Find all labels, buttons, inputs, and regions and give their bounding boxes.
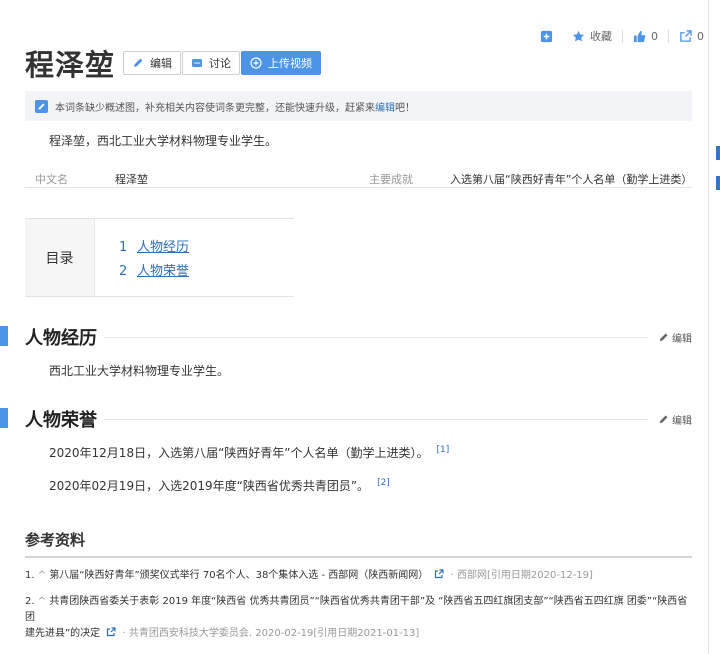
star-icon bbox=[572, 30, 585, 41]
reference-link[interactable]: 共青团陕西省委关于表彰 2019 年度“陕西省 优秀共青团员”“陕西省优秀共青团… bbox=[25, 596, 687, 623]
section-marker bbox=[0, 326, 8, 346]
plus-square-icon bbox=[540, 30, 553, 42]
section-edit-button[interactable]: 编辑 bbox=[658, 330, 692, 345]
pencil-icon bbox=[134, 58, 143, 67]
plus-circle-icon bbox=[250, 57, 262, 69]
section-text: 西北工业大学材料物理专业学生。 bbox=[49, 364, 230, 378]
reference-number: 1. bbox=[25, 570, 35, 581]
citation-link[interactable]: [2] bbox=[377, 478, 390, 488]
notice-bar: 本词条缺少概述图，补充相关内容使词条更完整，还能快速升级，赶紧来 编辑 吧！ bbox=[25, 91, 692, 121]
references-title: 参考资料 bbox=[25, 531, 86, 549]
section-divider bbox=[104, 337, 648, 338]
toc-item[interactable]: 2 人物荣誉 bbox=[119, 260, 189, 279]
section-edit-label: 编辑 bbox=[672, 416, 692, 427]
section-marker bbox=[0, 408, 8, 428]
toc-item-number: 1 bbox=[119, 240, 128, 255]
external-link-icon[interactable] bbox=[434, 569, 445, 579]
side-indicator bbox=[716, 146, 720, 160]
summary-text: 程泽堃，西北工业大学材料物理专业学生。 bbox=[49, 134, 278, 148]
right-edge-divider bbox=[708, 0, 709, 654]
reference-item: 2. ^ 共青团陕西省委关于表彰 2019 年度“陕西省 优秀共青团员”“陕西省… bbox=[25, 594, 695, 642]
citation-link[interactable]: [1] bbox=[437, 445, 450, 455]
honor-text: 2020年02月19日，入选2019年度“陕西省优秀共青团员”。 bbox=[49, 479, 370, 493]
section-edit-button[interactable]: 编辑 bbox=[658, 412, 692, 427]
caret-up-icon: ^ bbox=[37, 570, 47, 581]
info-key: 中文名 bbox=[35, 173, 68, 186]
honor-item: 2020年12月18日，入选第八届“陕西好青年”个人名单（勤学上进类）。 [1] bbox=[49, 444, 449, 461]
reference-meta: · 共青团西安科技大学委员会. 2020-02-19[引用日期2021-01-1… bbox=[122, 628, 420, 639]
reference-meta: · 西部网[引用日期2020-12-19] bbox=[450, 570, 593, 581]
toc-item-label: 人物经历 bbox=[137, 240, 190, 255]
upload-video-button[interactable]: 上传视频 bbox=[241, 51, 321, 75]
discuss-button[interactable]: 讨论 bbox=[182, 51, 240, 75]
edit-button[interactable]: 编辑 bbox=[123, 51, 181, 75]
section-title: 人物荣誉 bbox=[25, 410, 97, 431]
notice-edit-link[interactable]: 编辑 bbox=[375, 99, 395, 114]
basic-info: 中文名 程泽堃 主要成就 入选第八届“陕西好青年”个人名单（勤学上进类） bbox=[25, 168, 692, 188]
toc-item-label: 人物荣誉 bbox=[137, 264, 190, 279]
notice-text: 本词条缺少概述图，补充相关内容使词条更完整，还能快速升级，赶紧来 bbox=[55, 102, 375, 114]
notice-text-end: 吧！ bbox=[395, 102, 415, 114]
thumbs-up-icon bbox=[633, 30, 646, 42]
side-indicator bbox=[716, 176, 720, 190]
pencil-icon bbox=[659, 333, 668, 342]
info-key: 主要成就 bbox=[369, 173, 413, 186]
section-edit-label: 编辑 bbox=[672, 334, 692, 345]
share-icon bbox=[680, 29, 692, 42]
honor-item: 2020年02月19日，入选2019年度“陕西省优秀共青团员”。 [2] bbox=[49, 477, 390, 494]
favorite-label: 收藏 bbox=[590, 30, 612, 43]
divider bbox=[668, 29, 669, 43]
share-count: 0 bbox=[697, 29, 704, 43]
add-button[interactable] bbox=[540, 30, 558, 43]
page-title: 程泽堃 bbox=[25, 48, 116, 82]
honor-text: 2020年12月18日，入选第八届“陕西好青年”个人名单（勤学上进类）。 bbox=[49, 446, 429, 460]
table-of-contents: 目录 1 人物经历 2 人物荣誉 bbox=[25, 218, 294, 297]
reference-link-cont[interactable]: 建先进县”的决定 bbox=[25, 628, 100, 639]
share-button[interactable]: 0 bbox=[679, 30, 704, 43]
toc-item[interactable]: 1 人物经历 bbox=[119, 236, 189, 255]
favorite-button[interactable]: 收藏 bbox=[572, 28, 612, 44]
toc-label: 目录 bbox=[25, 219, 95, 296]
toc-item-number: 2 bbox=[119, 264, 128, 279]
pencil-icon bbox=[35, 99, 48, 113]
reference-number: 2. bbox=[25, 596, 35, 607]
discuss-label: 讨论 bbox=[209, 57, 231, 70]
section-divider bbox=[104, 419, 648, 420]
edit-label: 编辑 bbox=[150, 57, 172, 70]
pencil-icon bbox=[659, 415, 668, 424]
like-button[interactable]: 0 bbox=[633, 30, 658, 43]
reference-link[interactable]: 第八届“陕西好青年”颁奖仪式举行 70名个人、38个集体入选 - 西部网（陕西新… bbox=[49, 570, 428, 581]
chat-icon bbox=[192, 59, 202, 67]
caret-up-icon: ^ bbox=[37, 596, 47, 607]
divider bbox=[622, 29, 623, 43]
reference-item: 1. ^ 第八届“陕西好青年”颁奖仪式举行 70名个人、38个集体入选 - 西部… bbox=[25, 568, 695, 584]
info-value: 程泽堃 bbox=[115, 173, 148, 186]
external-link-icon[interactable] bbox=[106, 627, 116, 637]
upload-video-label: 上传视频 bbox=[268, 57, 312, 70]
section-title: 人物经历 bbox=[25, 328, 97, 349]
references-divider bbox=[25, 556, 692, 558]
like-count: 0 bbox=[651, 29, 658, 43]
info-value: 入选第八届“陕西好青年”个人名单（勤学上进类） bbox=[450, 173, 693, 186]
top-action-bar: 收藏 0 0 bbox=[530, 28, 704, 44]
